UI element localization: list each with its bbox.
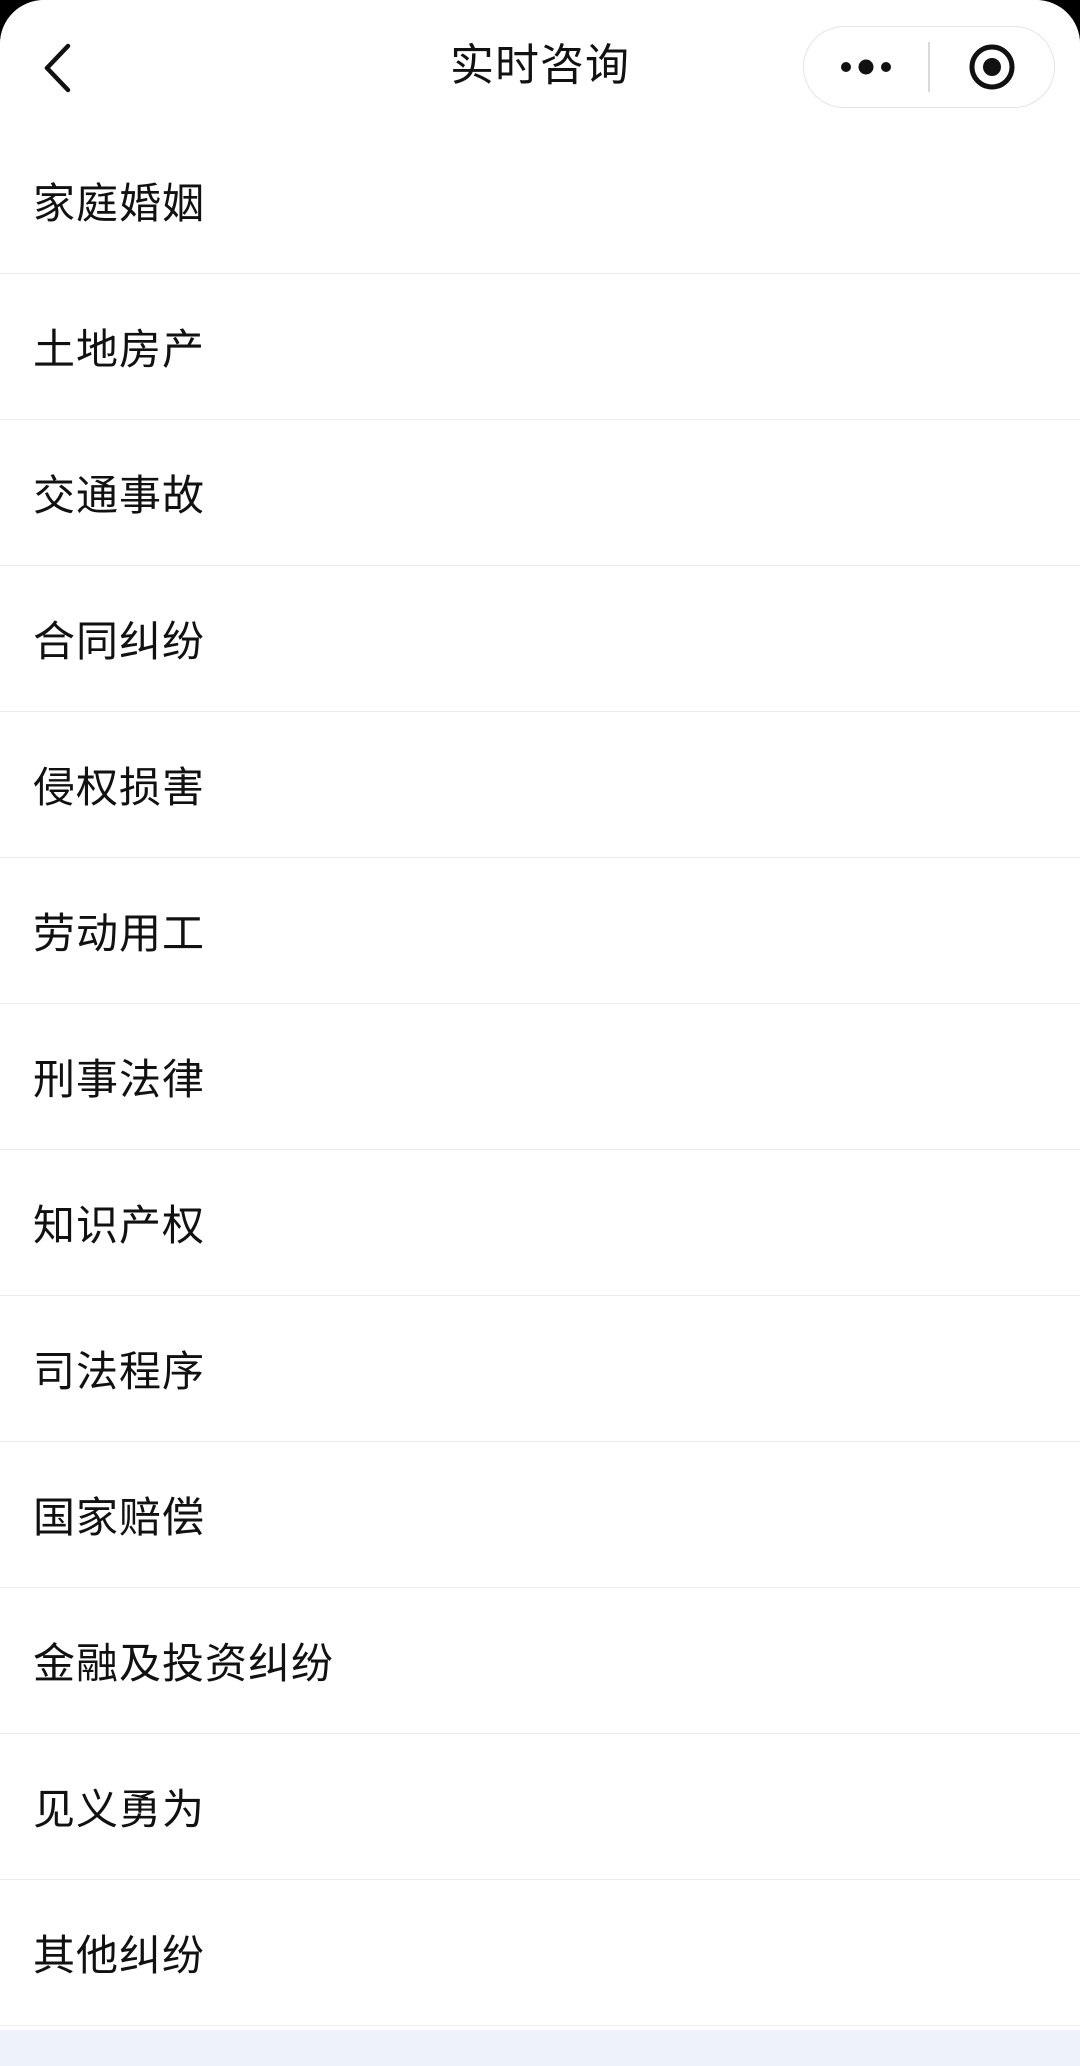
mini-program-capsule xyxy=(803,26,1055,108)
nav-bar: 实时咨询 xyxy=(0,0,1080,128)
footer-band xyxy=(0,2030,1080,2066)
app-screen: 实时咨询 家庭婚姻 土地房产 交通事故 合同纠纷 侵权损害 劳动用工 刑事法律 … xyxy=(0,0,1080,2066)
list-item-label: 见义勇为 xyxy=(33,1785,206,1834)
list-item-labor-employment[interactable]: 劳动用工 xyxy=(0,858,1080,1004)
list-item-label: 劳动用工 xyxy=(33,909,206,958)
list-item-tort-damage[interactable]: 侵权损害 xyxy=(0,712,1080,858)
list-item-criminal-law[interactable]: 刑事法律 xyxy=(0,1004,1080,1150)
list-item-traffic-accident[interactable]: 交通事故 xyxy=(0,420,1080,566)
list-item-land-property[interactable]: 土地房产 xyxy=(0,274,1080,420)
target-close-icon xyxy=(969,44,1015,90)
more-button[interactable] xyxy=(804,27,928,107)
list-item-state-compensation[interactable]: 国家赔偿 xyxy=(0,1442,1080,1588)
list-item-label: 知识产权 xyxy=(33,1201,206,1250)
list-item-label: 侵权损害 xyxy=(33,763,206,812)
list-item-label: 国家赔偿 xyxy=(33,1493,206,1542)
list-item-label: 刑事法律 xyxy=(33,1055,206,1104)
list-item-good-samaritan[interactable]: 见义勇为 xyxy=(0,1734,1080,1880)
list-item-label: 司法程序 xyxy=(33,1347,206,1396)
list-item-label: 其他纠纷 xyxy=(33,1931,206,1980)
list-item-label: 金融及投资纠纷 xyxy=(33,1639,335,1688)
list-item-judicial-procedure[interactable]: 司法程序 xyxy=(0,1296,1080,1442)
category-list: 家庭婚姻 土地房产 交通事故 合同纠纷 侵权损害 劳动用工 刑事法律 知识产权 … xyxy=(0,128,1080,2026)
list-item-finance-investment[interactable]: 金融及投资纠纷 xyxy=(0,1588,1080,1734)
list-item-label: 家庭婚姻 xyxy=(33,179,206,228)
list-item-label: 合同纠纷 xyxy=(33,617,206,666)
list-item-family-marriage[interactable]: 家庭婚姻 xyxy=(0,128,1080,274)
close-button[interactable] xyxy=(930,27,1055,107)
list-item-label: 交通事故 xyxy=(33,471,206,520)
more-dots-icon xyxy=(841,59,891,75)
list-item-other-disputes[interactable]: 其他纠纷 xyxy=(0,1880,1080,2026)
list-item-label: 土地房产 xyxy=(33,325,206,374)
list-item-contract-dispute[interactable]: 合同纠纷 xyxy=(0,566,1080,712)
list-item-intellectual-property[interactable]: 知识产权 xyxy=(0,1150,1080,1296)
